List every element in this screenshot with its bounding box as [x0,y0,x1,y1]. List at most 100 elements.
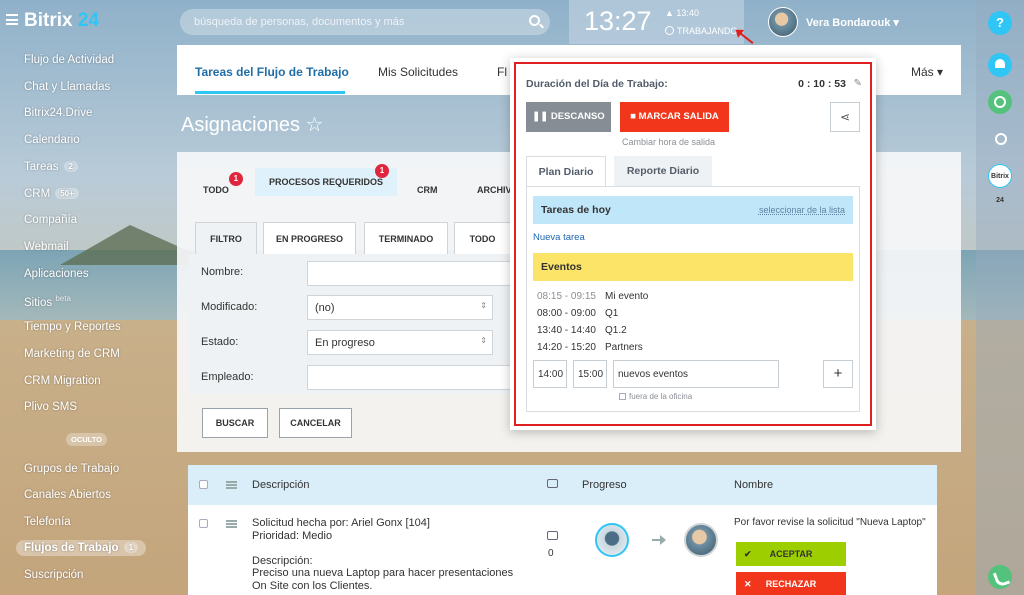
filter-form: Nombre: Modificado: (no) ⇕ Estado: En pro… [189,254,511,394]
menu-item[interactable]: Tiempo y Reportes [24,321,121,333]
bitrix24-icon[interactable]: Bitrix 24 [988,164,1012,204]
tab-all[interactable]: TODO 1 [195,172,243,200]
menu-item-active[interactable]: Flujos de Trabajo 1 [16,540,147,556]
bell-icon[interactable] [988,53,1012,77]
name-input[interactable] [307,261,511,286]
event-item[interactable]: 14:20 - 15:20 Partners [537,342,643,353]
tab-more[interactable]: Más ▾ [911,65,943,79]
change-exit-time-link[interactable]: Cambiar hora de salida [622,137,715,147]
comments-icon[interactable] [547,531,558,540]
menu-item[interactable]: Tareas 2 [24,161,78,173]
hidden-section-label[interactable]: OCULTO [66,433,107,446]
logo[interactable]: Bitrix 24 [24,10,99,32]
menu-item[interactable]: Plivo SMS [24,401,77,413]
daily-plan-body: Tareas de hoy seleccionar de la lista Nue… [526,186,860,412]
checkbox-icon [619,393,626,400]
phone-icon[interactable] [988,565,1012,589]
comments-icon [547,479,558,488]
share-icon[interactable]: ⋖ [830,102,860,132]
search-input[interactable]: búsqueda de personas, documentos y más [180,9,550,35]
modified-select[interactable]: (no) ⇕ [307,295,493,320]
search-button[interactable]: BUSCAR [202,408,268,438]
tab-crm[interactable]: CRM [409,180,446,200]
new-event-input[interactable]: nuevos eventos [613,360,779,388]
filter-tab-all[interactable]: TODO [454,222,511,254]
menu-item[interactable]: Calendario [24,134,80,146]
menu-burger-icon[interactable] [6,14,18,25]
field-label: Modificado: [201,301,258,313]
author-avatar[interactable] [595,523,629,557]
checkout-button[interactable]: ■ MARCAR SALIDA [620,102,729,132]
tab-workflow-tasks[interactable]: Tareas del Flujo de Trabajo [195,65,349,79]
search-icon[interactable] [529,15,540,26]
tab-required-processes[interactable]: PROCESOS REQUERIDOS 1 [255,164,398,196]
field-label: Nombre: [201,266,244,278]
menu-item[interactable]: Aplicaciones [24,268,89,280]
menu-item[interactable]: Sitios beta [24,294,71,309]
reject-button[interactable]: ✕ RECHAZAR [736,572,846,595]
menu-item[interactable]: CRM Migration [24,375,101,387]
column-name[interactable]: Nombre [734,479,773,491]
edit-icon[interactable]: ✎ [854,78,862,89]
search-icon[interactable] [988,127,1012,151]
current-time: 13:27 [584,6,652,36]
alarm-time: ▲ 13:40 [665,8,699,18]
menu-item[interactable]: Chat y Llamadas [24,81,110,93]
filter-tab-in-progress[interactable]: EN PROGRESO [263,222,356,254]
arrow-right-icon [652,535,666,545]
chat-icon[interactable] [988,90,1012,114]
menu-item[interactable]: Flujo de Actividad [24,54,114,66]
work-duration: 0 : 10 : 53 [798,78,846,90]
menu-item[interactable]: Webmail [24,241,69,253]
event-item[interactable]: 13:40 - 14:40 Q1.2 [537,325,627,336]
list-menu-icon[interactable] [226,481,237,489]
menu-item[interactable]: Compañía [24,214,77,226]
today-tasks-header: Tareas de hoy seleccionar de la lista [533,196,853,224]
outside-office-checkbox[interactable]: fuera de la oficina [619,392,692,401]
menu-item[interactable]: Grupos de Trabajo [24,463,119,475]
active-tab-underline [195,91,345,94]
menu-item[interactable]: Telefonía [24,516,71,528]
user-avatar[interactable] [768,7,798,37]
select-all-checkbox[interactable] [199,480,208,489]
row-menu-icon[interactable] [226,520,237,528]
status-select[interactable]: En progreso ⇕ [307,330,493,355]
field-label: Empleado: [201,371,254,383]
work-status: TRABAJANDO [665,26,738,36]
employee-input[interactable] [307,365,511,390]
event-start-input[interactable]: 14:00 [533,360,567,388]
comments-count: 0 [548,548,554,559]
filter-tab-filter[interactable]: FILTRO [195,222,257,254]
approver-avatar[interactable] [684,523,718,557]
event-item[interactable]: 08:15 - 09:15 Mi evento [537,291,648,302]
work-day-clock[interactable]: 13:27 ▲ 13:40 TRABAJANDO [569,0,744,44]
row-checkbox[interactable] [199,519,208,528]
tab-flows[interactable]: Fl [497,65,507,79]
menu-item[interactable]: Suscripción [24,569,83,581]
tab-daily-plan[interactable]: Plan Diario [526,156,606,186]
pause-button[interactable]: ❚❚ DESCANSO [526,102,611,132]
work-day-popup: Duración del Día de Trabajo: 0 : 10 : 53… [510,58,876,430]
right-bar: ? Bitrix 24 [976,0,1024,595]
user-name[interactable]: Vera Bondarouk ▾ [806,16,899,29]
event-item[interactable]: 08:00 - 09:00 Q1 [537,308,618,319]
tab-daily-report[interactable]: Reporte Diario [614,156,712,186]
select-from-list-link[interactable]: seleccionar de la lista [759,205,845,215]
row-description: Solicitud hecha por: Ariel Gonx [104] Pri… [252,517,514,592]
add-event-button[interactable]: + [823,360,853,388]
tab-my-requests[interactable]: Mis Solicitudes [378,65,458,79]
page-title: Asignaciones ☆ [181,114,324,136]
filter-tab-finished[interactable]: TERMINADO [364,222,448,254]
help-icon[interactable]: ? [988,11,1012,35]
task-name[interactable]: Por favor revise la solicitud "Nueva Lap… [734,517,926,528]
column-description[interactable]: Descripción [252,479,309,491]
accept-button[interactable]: ✔ ACEPTAR [736,542,846,566]
menu-item[interactable]: Marketing de CRM [24,348,120,360]
new-task-link[interactable]: Nueva tarea [533,232,585,243]
cancel-button[interactable]: CANCELAR [279,408,352,438]
menu-item[interactable]: Bitrix24.Drive [24,107,92,119]
column-progress[interactable]: Progreso [582,479,627,491]
event-end-input[interactable]: 15:00 [573,360,607,388]
menu-item[interactable]: Canales Abiertos [24,489,111,501]
menu-item[interactable]: CRM 50+ [24,188,79,200]
